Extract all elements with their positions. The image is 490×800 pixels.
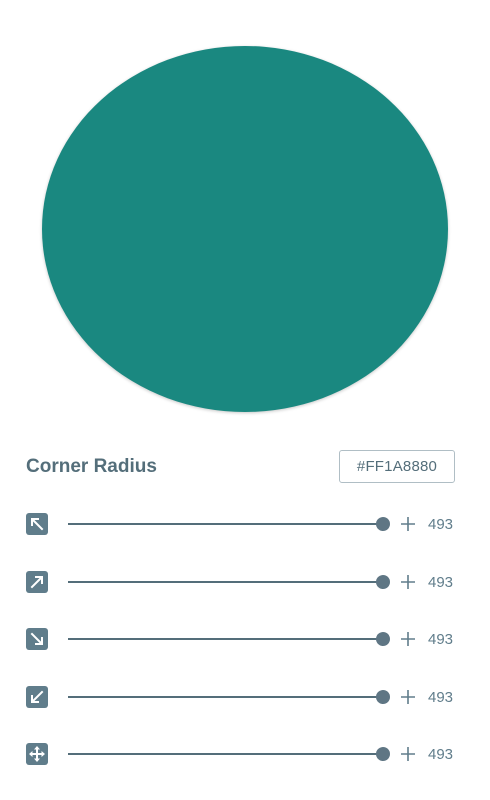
slider-track[interactable]	[68, 638, 383, 640]
increment-button[interactable]	[400, 742, 416, 766]
slider-track[interactable]	[68, 523, 383, 525]
plus-icon	[401, 517, 415, 531]
hex-color-field[interactable]: #FF1A8880	[339, 450, 455, 483]
increment-button[interactable]	[400, 627, 416, 651]
shape-preview	[42, 46, 448, 412]
arrow-up-right-icon	[26, 571, 48, 593]
slider-value: 493	[428, 746, 454, 763]
corner-radius-header: Corner Radius #FF1A8880	[26, 450, 456, 486]
corner-radius-editor: Corner Radius #FF1A8880 493 493 493 493 …	[0, 0, 490, 800]
arrow-up-left-icon	[26, 513, 48, 535]
slider-row-bottom-right: 493	[26, 627, 466, 651]
slider-track[interactable]	[68, 696, 383, 698]
slider-thumb[interactable]	[376, 690, 390, 704]
plus-icon	[401, 690, 415, 704]
slider-thumb[interactable]	[376, 517, 390, 531]
slider-thumb[interactable]	[376, 632, 390, 646]
slider-row-all-corners: 493	[26, 742, 466, 766]
slider-row-top-right: 493	[26, 570, 466, 594]
arrow-down-left-icon	[26, 686, 48, 708]
plus-icon	[401, 575, 415, 589]
increment-button[interactable]	[400, 685, 416, 709]
increment-button[interactable]	[400, 512, 416, 536]
slider-row-top-left: 493	[26, 512, 466, 536]
slider-thumb[interactable]	[376, 575, 390, 589]
arrow-down-right-icon	[26, 628, 48, 650]
slider-track[interactable]	[68, 753, 383, 755]
move-all-icon	[26, 743, 48, 765]
plus-icon	[401, 632, 415, 646]
slider-row-bottom-left: 493	[26, 685, 466, 709]
plus-icon	[401, 747, 415, 761]
section-title: Corner Radius	[26, 456, 157, 477]
increment-button[interactable]	[400, 570, 416, 594]
slider-thumb[interactable]	[376, 747, 390, 761]
slider-value: 493	[428, 574, 454, 591]
slider-value: 493	[428, 516, 454, 533]
slider-track[interactable]	[68, 581, 383, 583]
slider-value: 493	[428, 631, 454, 648]
slider-value: 493	[428, 689, 454, 706]
